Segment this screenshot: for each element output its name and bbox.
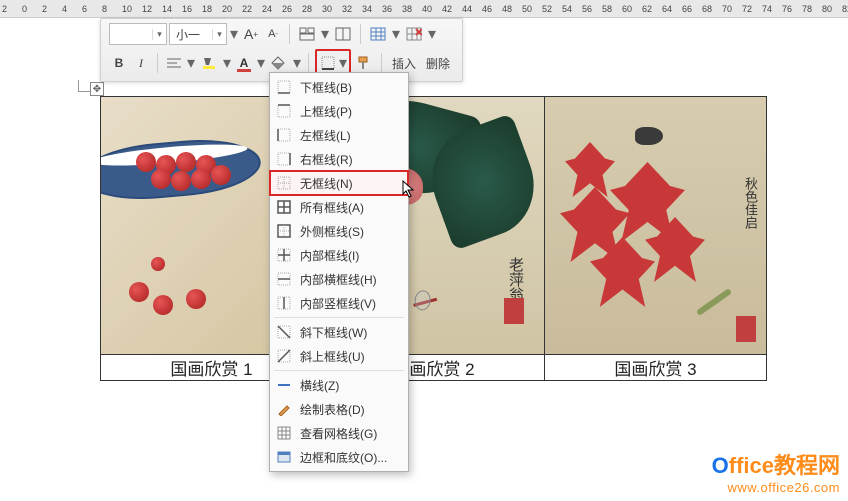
menu-item-ih[interactable]: 内部横框线(H) [270,267,408,291]
border-button[interactable] [318,52,338,74]
menu-item-label: 边框和底纹(O)... [300,449,387,466]
menu-item-grid[interactable]: 查看网格线(G) [270,421,408,445]
table-move-handle[interactable]: ✥ [90,82,104,96]
dropdown-icon[interactable]: ▾ [222,53,232,73]
font-color-button[interactable]: A [234,52,254,74]
menu-item-label: 斜下框线(W) [300,324,367,341]
menu-item-inside[interactable]: 内部框线(I) [270,243,408,267]
none-border-icon [276,175,292,191]
menu-item-label: 内部竖框线(V) [300,295,376,312]
mantis-shape [686,279,741,319]
diag2-border-icon [276,348,292,364]
border-dropdown-icon[interactable]: ▾ [338,53,348,73]
dropdown-icon[interactable]: ▾ [229,24,239,44]
inside-border-icon [276,247,292,263]
all-border-icon [276,199,292,215]
menu-item-label: 上框线(P) [300,103,352,120]
horizontal-ruler: 2024681012141618202224262830323436384042… [0,0,848,18]
bottom-border-icon [276,79,292,95]
ih-border-icon [276,271,292,287]
menu-item-all[interactable]: 所有框线(A) [270,195,408,219]
watermark: Office教程网 www.office26.com [712,448,840,495]
align-button[interactable] [164,52,184,74]
font-size-combo[interactable]: 小一▾ [169,23,227,45]
dropdown-icon[interactable]: ▾ [256,53,266,73]
caption-cell[interactable]: 国画欣赏 3 [545,355,767,381]
font-family-combo[interactable]: ▾ [109,23,167,45]
bold-button[interactable]: B [109,52,129,74]
draw-border-icon [276,401,292,417]
menu-item-draw[interactable]: 绘制表格(D) [270,397,408,421]
menu-item-label: 所有框线(A) [300,199,364,216]
iv-border-icon [276,295,292,311]
format-painter-button[interactable] [353,52,375,74]
top-border-icon [276,103,292,119]
cicada-shape [635,127,663,145]
right-border-icon [276,151,292,167]
insert-table-icon[interactable] [367,23,389,45]
menu-item-label: 内部横框线(H) [300,271,377,288]
menu-item-outside[interactable]: 外侧框线(S) [270,219,408,243]
menu-item-label: 查看网格线(G) [300,425,377,442]
table-cell[interactable]: 秋色佳启 [545,97,767,355]
seal-stamp [504,298,524,324]
diag1-border-icon [276,324,292,340]
left-border-icon [276,127,292,143]
menu-item-none[interactable]: 无框线(N) [270,171,408,195]
split-cells-icon[interactable] [332,23,354,45]
menu-item-label: 下框线(B) [300,79,352,96]
dropdown-icon[interactable]: ▾ [186,53,196,73]
highlight-button[interactable] [198,52,220,74]
menu-item-dlg[interactable]: 边框和底纹(O)... [270,445,408,469]
menu-item-top[interactable]: 上框线(P) [270,99,408,123]
dropdown-icon[interactable]: ▾ [292,53,302,73]
menu-item-label: 无框线(N) [300,175,353,192]
shrink-font-button[interactable]: A- [263,23,283,45]
dropdown-icon[interactable]: ▾ [320,24,330,44]
watermark-url: www.office26.com [712,480,840,495]
insert-label[interactable]: 插入 [388,52,420,74]
shading-button[interactable] [268,52,290,74]
menu-item-iv[interactable]: 内部竖框线(V) [270,291,408,315]
painting-table: 老萍翁 秋色佳启 国画欣赏 1 国画欣赏 2 国画欣赏 3 [100,96,767,381]
dropdown-icon[interactable]: ▾ [427,24,437,44]
seal-stamp [736,316,756,342]
watermark-logo-o: O [712,453,729,478]
menu-item-left[interactable]: 左框线(L) [270,123,408,147]
menu-item-bottom[interactable]: 下框线(B) [270,75,408,99]
merge-cells-icon[interactable] [296,23,318,45]
watermark-brand: ffice教程网 [729,453,840,478]
menu-item-label: 绘制表格(D) [300,401,365,418]
menu-item-label: 内部框线(I) [300,247,359,264]
menu-item-hr[interactable]: 横线(Z) [270,373,408,397]
calligraphy-text: 老萍翁 [510,257,526,302]
grid-border-icon [276,425,292,441]
menu-item-label: 斜上框线(U) [300,348,365,365]
delete-label[interactable]: 删除 [422,52,454,74]
menu-item-right[interactable]: 右框线(R) [270,147,408,171]
menu-item-label: 横线(Z) [300,377,339,394]
outside-border-icon [276,223,292,239]
dropdown-icon[interactable]: ▾ [391,24,401,44]
delete-table-icon[interactable] [403,23,425,45]
menu-item-label: 外侧框线(S) [300,223,364,240]
italic-button[interactable]: I [131,52,151,74]
grow-font-button[interactable]: A+ [241,23,261,45]
calligraphy-text: 秋色佳启 [744,177,760,229]
border-dropdown-menu: 下框线(B) 上框线(P) 左框线(L) 右框线(R) 无框线(N) 所有框线(A) 外侧框… [269,72,409,472]
menu-item-diag1[interactable]: 斜下框线(W) [270,320,408,344]
hr-border-icon [276,377,292,393]
menu-item-label: 右框线(R) [300,151,353,168]
menu-item-label: 左框线(L) [300,127,351,144]
dlg-border-icon [276,449,292,465]
painting-3: 秋色佳启 [545,97,766,354]
menu-item-diag2[interactable]: 斜上框线(U) [270,344,408,368]
